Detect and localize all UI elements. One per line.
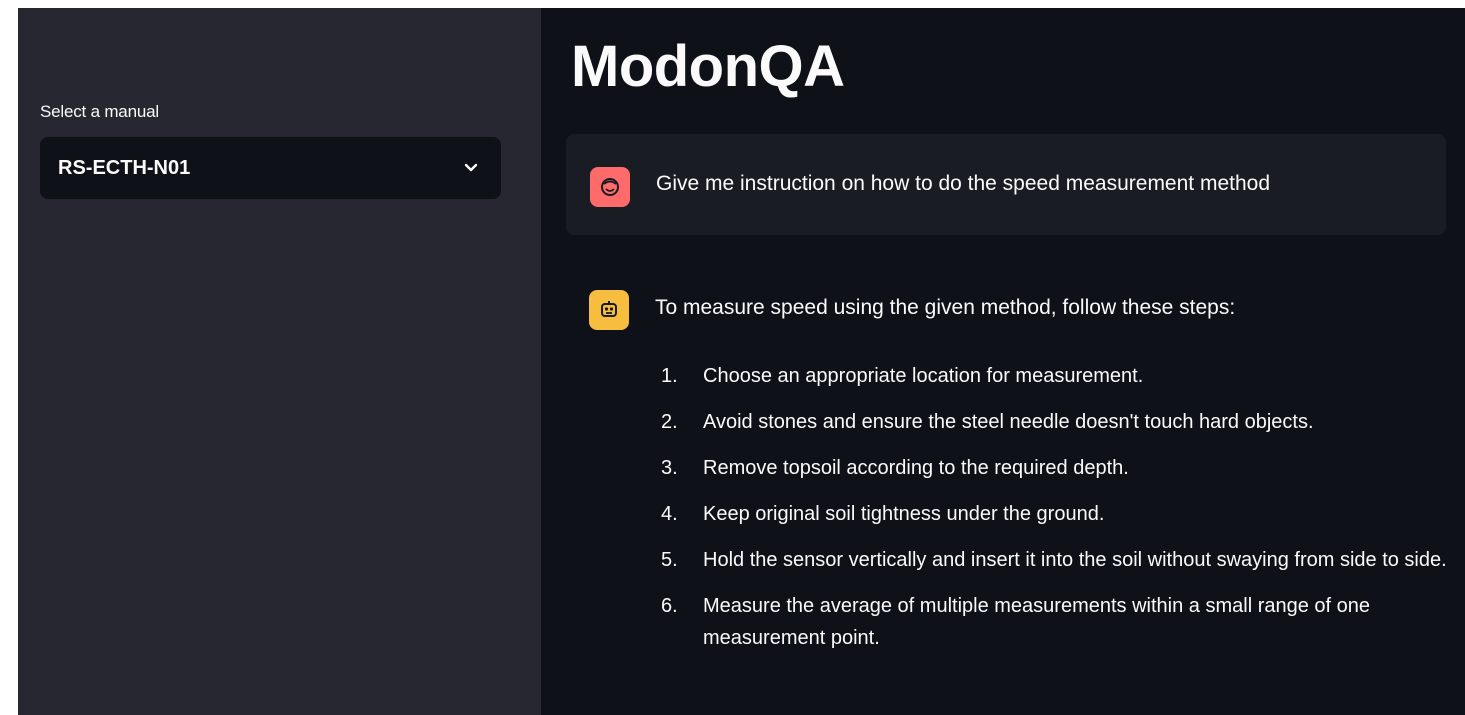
- manual-select-value: RS-ECTH-N01: [58, 156, 191, 179]
- user-message: Give me instruction on how to do the spe…: [566, 134, 1446, 235]
- user-avatar: [590, 167, 630, 207]
- list-item: 4. Keep original soil tightness under th…: [661, 498, 1451, 530]
- list-item: 6. Measure the average of multiple measu…: [661, 590, 1451, 654]
- main-content: ModonQA Give me instruction on how to do…: [541, 8, 1465, 715]
- chevron-down-icon[interactable]: [461, 158, 481, 178]
- step-number: 3.: [661, 457, 678, 479]
- step-number: 6.: [661, 595, 678, 617]
- step-text: Remove topsoil according to the required…: [703, 457, 1129, 479]
- manual-select-label: Select a manual: [40, 102, 159, 121]
- sidebar: Select a manual RS-ECTH-N01: [18, 8, 541, 715]
- list-item: 5. Hold the sensor vertically and insert…: [661, 544, 1451, 576]
- robot-icon: [601, 301, 617, 317]
- step-text: Avoid stones and ensure the steel needle…: [703, 411, 1314, 433]
- assistant-steps-list: 1. Choose an appropriate location for me…: [661, 360, 1451, 668]
- page-title: ModonQA: [571, 34, 845, 99]
- step-text: Keep original soil tightness under the g…: [703, 503, 1105, 525]
- step-text: Choose an appropriate location for measu…: [703, 365, 1144, 387]
- manual-select[interactable]: RS-ECTH-N01: [40, 137, 501, 199]
- step-number: 5.: [661, 549, 678, 571]
- step-text: Measure the average of multiple measurem…: [703, 595, 1371, 649]
- list-item: 2. Avoid stones and ensure the steel nee…: [661, 406, 1451, 438]
- step-number: 2.: [661, 411, 678, 433]
- step-number: 4.: [661, 503, 678, 525]
- user-message-text: Give me instruction on how to do the spe…: [656, 172, 1271, 195]
- step-number: 1.: [661, 365, 678, 387]
- smiling-face-icon: [601, 178, 619, 196]
- list-item: 1. Choose an appropriate location for me…: [661, 360, 1451, 392]
- assistant-message-intro: To measure speed using the given method,…: [655, 296, 1236, 319]
- list-item: 3. Remove topsoil according to the requi…: [661, 452, 1451, 484]
- app-window: Select a manual RS-ECTH-N01 ModonQA Give…: [18, 8, 1465, 715]
- assistant-avatar: [589, 290, 629, 330]
- step-text: Hold the sensor vertically and insert it…: [703, 549, 1447, 571]
